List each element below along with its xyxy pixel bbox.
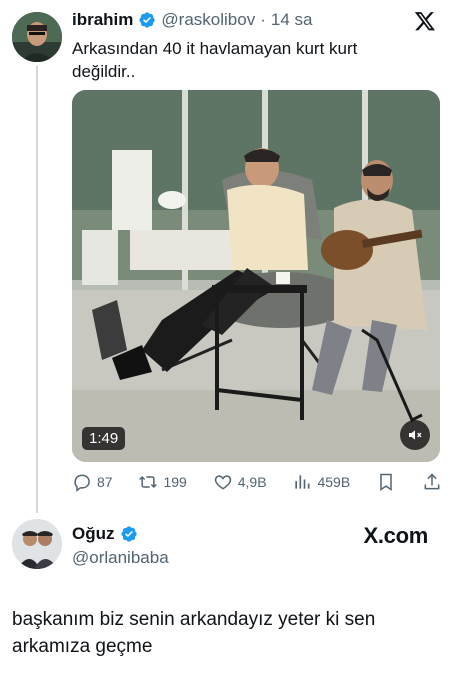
reply-author-name: Oğuz — [72, 524, 115, 543]
thread-line — [36, 66, 38, 513]
bookmark-icon — [380, 473, 392, 491]
views-action[interactable]: 459B — [292, 472, 350, 492]
bookmark-action[interactable] — [376, 472, 396, 492]
x-com-brand: X.com — [363, 523, 428, 548]
video-duration: 1:49 — [82, 427, 126, 450]
share-action[interactable] — [422, 472, 442, 492]
avatar-image — [12, 12, 62, 62]
verified-badge-icon — [139, 12, 156, 28]
repost-icon — [139, 475, 158, 489]
avatar[interactable] — [12, 12, 62, 62]
reply-action[interactable]: 87 — [72, 472, 113, 492]
video-player[interactable]: 1:49 — [72, 90, 440, 462]
separator-dot: · — [260, 10, 266, 29]
share-icon — [424, 473, 440, 490]
reply-avatar-image — [12, 519, 62, 569]
like-action[interactable]: 4,9B — [213, 472, 267, 492]
tweet-actions: 87 199 4,9B 459B — [72, 470, 442, 494]
reply-text: başkanım biz senin arkandayız yeter ki s… — [12, 609, 376, 657]
video-frame — [72, 90, 440, 462]
tweet-header: ibrahim @raskolibov · 14 sa — [72, 10, 312, 30]
heart-icon — [214, 475, 231, 490]
x-logo-icon[interactable] — [414, 10, 436, 32]
reply-avatar[interactable] — [12, 519, 62, 569]
views-count: 459B — [317, 474, 351, 490]
reply-handle[interactable]: @orlanibaba — [72, 548, 169, 568]
tweet-text: Arkasından 40 it havlamayan kurt kurt de… — [72, 39, 358, 81]
author-name[interactable]: ibrahim — [72, 10, 133, 30]
reply-icon — [74, 474, 90, 492]
reply-count: 87 — [97, 474, 113, 490]
repost-action[interactable]: 199 — [138, 472, 187, 492]
reply-author[interactable]: Oğuz — [72, 524, 138, 544]
speaker-muted-icon — [409, 430, 422, 440]
repost-count: 199 — [163, 474, 187, 490]
verified-badge-icon — [120, 526, 137, 542]
like-count: 4,9B — [237, 474, 267, 490]
views-bar-chart-icon — [295, 475, 310, 489]
timestamp[interactable]: 14 sa — [271, 10, 313, 30]
author-handle[interactable]: @raskolibov — [161, 10, 255, 30]
mute-button[interactable] — [400, 420, 430, 450]
tweet-card[interactable]: ibrahim @raskolibov · 14 sa Arkasından 4… — [0, 0, 450, 513]
